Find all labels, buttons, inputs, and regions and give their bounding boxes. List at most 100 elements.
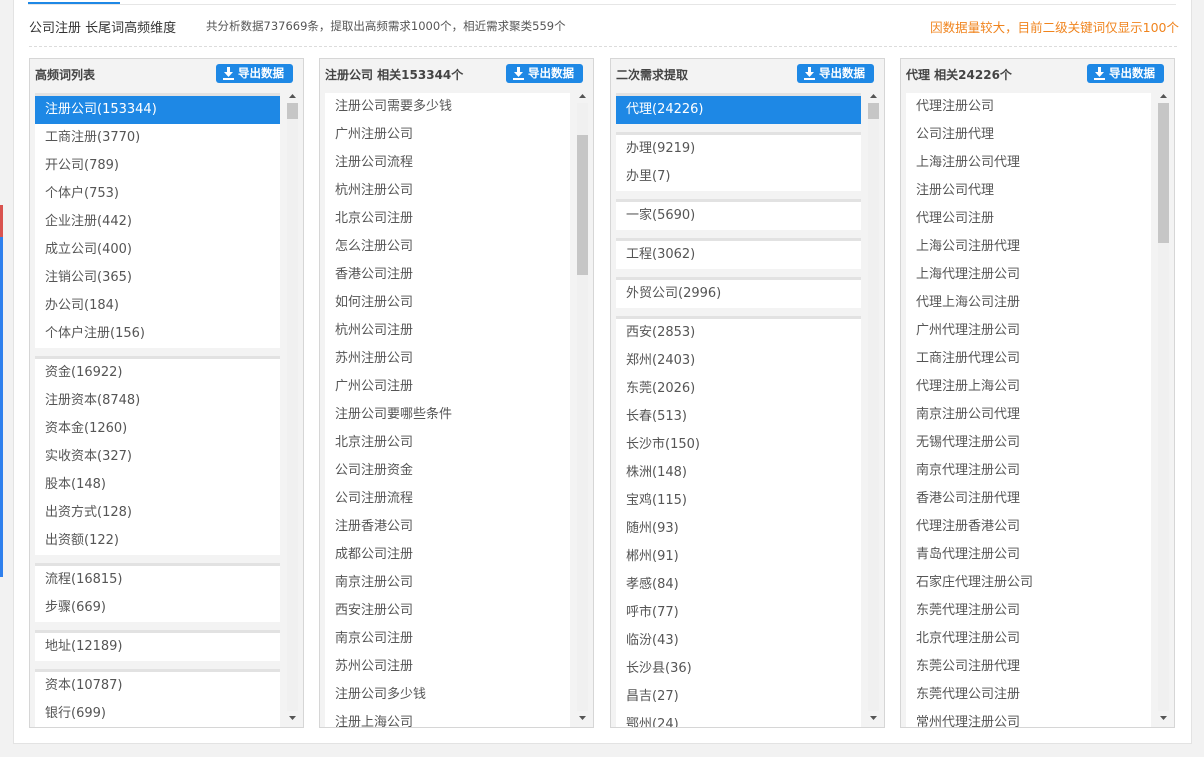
- scroll-thumb[interactable]: [287, 103, 298, 119]
- keyword-item[interactable]: 杭州注册公司: [325, 177, 570, 205]
- keyword-item[interactable]: 代理注册公司: [906, 93, 1151, 121]
- scroll-track[interactable]: [1158, 103, 1169, 711]
- keyword-item[interactable]: 公司注册流程: [325, 485, 570, 513]
- keyword-item[interactable]: 广州公司注册: [325, 373, 570, 401]
- keyword-item[interactable]: 无锡代理注册公司: [906, 429, 1151, 457]
- keyword-item[interactable]: 上海公司注册代理: [906, 233, 1151, 261]
- keyword-item[interactable]: 公司注册资金: [325, 457, 570, 485]
- keyword-item[interactable]: 株洲(148): [616, 459, 861, 487]
- keyword-item[interactable]: 代理(24226): [616, 96, 861, 124]
- keyword-item[interactable]: 临汾(43): [616, 627, 861, 655]
- scrollbar[interactable]: [286, 93, 299, 721]
- keyword-item[interactable]: 注册公司代理: [906, 177, 1151, 205]
- keyword-item[interactable]: 代理注册香港公司: [906, 513, 1151, 541]
- keyword-item[interactable]: 实收资本(327): [35, 443, 280, 471]
- keyword-item[interactable]: 广州注册公司: [325, 121, 570, 149]
- keyword-item[interactable]: 公司注册代理: [906, 121, 1151, 149]
- keyword-item[interactable]: 工商注册代理公司: [906, 345, 1151, 373]
- keyword-item[interactable]: 鄂州(24): [616, 711, 861, 727]
- keyword-item[interactable]: 出资额(122): [35, 527, 280, 555]
- keyword-item[interactable]: 长沙县(36): [616, 655, 861, 683]
- scroll-up-arrow-icon[interactable]: [867, 91, 880, 101]
- scroll-down-arrow-icon[interactable]: [867, 713, 880, 723]
- keyword-item[interactable]: 西安注册公司: [325, 597, 570, 625]
- keyword-item[interactable]: 怎么注册公司: [325, 233, 570, 261]
- keyword-item[interactable]: 一家(5690): [616, 202, 861, 230]
- scroll-track[interactable]: [577, 103, 588, 711]
- keyword-item[interactable]: 开公司(789): [35, 152, 280, 180]
- scrollbar[interactable]: [576, 93, 589, 721]
- scrollbar[interactable]: [867, 93, 880, 721]
- keyword-item[interactable]: 北京代理注册公司: [906, 625, 1151, 653]
- export-data-button[interactable]: 导出数据: [216, 64, 293, 83]
- keyword-item[interactable]: 流程(16815): [35, 566, 280, 594]
- keyword-item[interactable]: 银行(699): [35, 700, 280, 727]
- scroll-up-arrow-icon[interactable]: [576, 91, 589, 101]
- keyword-item[interactable]: 随州(93): [616, 515, 861, 543]
- keyword-item[interactable]: 东莞公司注册代理: [906, 653, 1151, 681]
- scroll-thumb[interactable]: [868, 103, 879, 119]
- keyword-item[interactable]: 办里(7): [616, 163, 861, 191]
- keyword-item[interactable]: 注册公司(153344): [35, 96, 280, 124]
- keyword-item[interactable]: 注册香港公司: [325, 513, 570, 541]
- keyword-item[interactable]: 办理(9219): [616, 135, 861, 163]
- keyword-item[interactable]: 如何注册公司: [325, 289, 570, 317]
- keyword-item[interactable]: 南京注册公司代理: [906, 401, 1151, 429]
- keyword-list[interactable]: 注册公司(153344) 工商注册(3770) 开公司(789) 个体户(753) 企业…: [35, 93, 280, 727]
- keyword-item[interactable]: 苏州公司注册: [325, 653, 570, 681]
- keyword-item[interactable]: 工程(3062): [616, 241, 861, 269]
- keyword-item[interactable]: 注册公司多少钱: [325, 681, 570, 709]
- keyword-item[interactable]: 个体户(753): [35, 180, 280, 208]
- keyword-item[interactable]: 香港公司注册: [325, 261, 570, 289]
- keyword-item[interactable]: 工商注册(3770): [35, 124, 280, 152]
- keyword-item[interactable]: 南京注册公司: [325, 569, 570, 597]
- keyword-item[interactable]: 东莞(2026): [616, 375, 861, 403]
- keyword-item[interactable]: 东莞代理注册公司: [906, 597, 1151, 625]
- keyword-item[interactable]: 杭州公司注册: [325, 317, 570, 345]
- scroll-up-arrow-icon[interactable]: [286, 91, 299, 101]
- keyword-item[interactable]: 西安(2853): [616, 319, 861, 347]
- scrollbar[interactable]: [1157, 93, 1170, 721]
- keyword-item[interactable]: 北京公司注册: [325, 205, 570, 233]
- keyword-item[interactable]: 个体户注册(156): [35, 320, 280, 348]
- scroll-down-arrow-icon[interactable]: [1157, 713, 1170, 723]
- scroll-up-arrow-icon[interactable]: [1157, 91, 1170, 101]
- keyword-item[interactable]: 资金(16922): [35, 359, 280, 387]
- keyword-item[interactable]: 注册公司要哪些条件: [325, 401, 570, 429]
- scroll-track[interactable]: [287, 103, 298, 711]
- keyword-item[interactable]: 常州代理注册公司: [906, 709, 1151, 727]
- keyword-item[interactable]: 代理公司注册: [906, 205, 1151, 233]
- keyword-item[interactable]: 郴州(91): [616, 543, 861, 571]
- keyword-item[interactable]: 郑州(2403): [616, 347, 861, 375]
- keyword-item[interactable]: 长沙市(150): [616, 431, 861, 459]
- keyword-item[interactable]: 出资方式(128): [35, 499, 280, 527]
- keyword-item[interactable]: 办公司(184): [35, 292, 280, 320]
- keyword-item[interactable]: 石家庄代理注册公司: [906, 569, 1151, 597]
- scroll-thumb[interactable]: [577, 135, 588, 275]
- keyword-item[interactable]: 股本(148): [35, 471, 280, 499]
- keyword-item[interactable]: 资本金(1260): [35, 415, 280, 443]
- keyword-item[interactable]: 南京代理注册公司: [906, 457, 1151, 485]
- keyword-item[interactable]: 成立公司(400): [35, 236, 280, 264]
- keyword-item[interactable]: 注册公司需要多少钱: [325, 93, 570, 121]
- keyword-list[interactable]: 代理注册公司 公司注册代理 上海注册公司代理 注册公司代理 代理公司注册 上海公司注册代理…: [906, 93, 1151, 727]
- keyword-item[interactable]: 资本(10787): [35, 672, 280, 700]
- keyword-item[interactable]: 步骤(669): [35, 594, 280, 622]
- scroll-down-arrow-icon[interactable]: [286, 713, 299, 723]
- export-data-button[interactable]: 导出数据: [797, 64, 874, 83]
- keyword-item[interactable]: 成都公司注册: [325, 541, 570, 569]
- keyword-item[interactable]: 东莞代理公司注册: [906, 681, 1151, 709]
- keyword-item[interactable]: 代理注册上海公司: [906, 373, 1151, 401]
- keyword-item[interactable]: 苏州注册公司: [325, 345, 570, 373]
- keyword-item[interactable]: 昌吉(27): [616, 683, 861, 711]
- keyword-item[interactable]: 地址(12189): [35, 633, 280, 661]
- keyword-item[interactable]: 上海代理注册公司: [906, 261, 1151, 289]
- keyword-item[interactable]: 企业注册(442): [35, 208, 280, 236]
- keyword-item[interactable]: 注销公司(365): [35, 264, 280, 292]
- keyword-list[interactable]: 注册公司需要多少钱 广州注册公司 注册公司流程 杭州注册公司 北京公司注册 怎么注册公司香…: [325, 93, 570, 727]
- scroll-track[interactable]: [868, 103, 879, 711]
- keyword-item[interactable]: 呼市(77): [616, 599, 861, 627]
- keyword-item[interactable]: 北京注册公司: [325, 429, 570, 457]
- keyword-item[interactable]: 香港公司注册代理: [906, 485, 1151, 513]
- keyword-list[interactable]: 代理(24226) 办理(9219) 办里(7) 一家(5690) 工程(3062) 外贸…: [616, 93, 861, 727]
